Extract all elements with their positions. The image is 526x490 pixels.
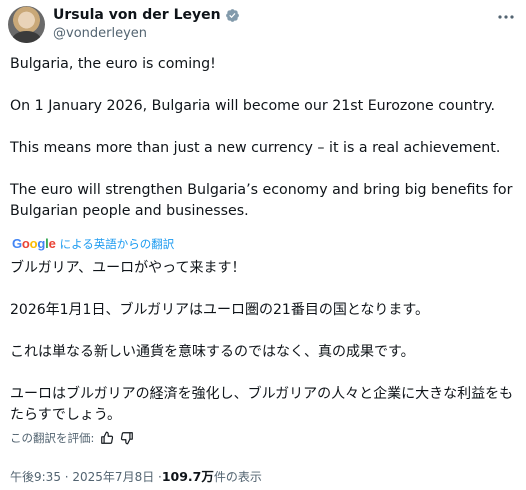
- more-options-button[interactable]: [496, 8, 516, 26]
- translated-text: ブルガリア、ユーロがやって来ます！ 2026年1月1日、ブルガリアはユーロ圏の2…: [10, 258, 516, 426]
- translated-line: 2026年1月1日、ブルガリアはユーロ圏の21番目の国となります。: [10, 302, 430, 318]
- author-handle[interactable]: @vonderleyen: [53, 26, 147, 41]
- tweet-line: On 1 January 2026, Bulgaria will become …: [10, 98, 495, 114]
- rate-translation: この翻訳を評価:: [10, 430, 134, 446]
- google-logo: Google: [12, 236, 56, 251]
- rate-translation-label: この翻訳を評価:: [10, 431, 95, 445]
- tweet-timestamp[interactable]: 午後9:35 · 2025年7月8日 ·: [10, 468, 162, 485]
- verified-badge-icon: [225, 8, 239, 22]
- tweet-text: Bulgaria, the euro is coming! On 1 Janua…: [10, 54, 516, 222]
- view-count: 109.7万: [161, 469, 214, 484]
- translated-line: ブルガリア、ユーロがやって来ます！: [10, 260, 246, 276]
- author-name[interactable]: Ursula von der Leyen: [53, 7, 221, 23]
- avatar[interactable]: [8, 6, 45, 43]
- thumbs-up-icon[interactable]: [100, 431, 114, 445]
- tweet-line: Bulgaria, the euro is coming!: [10, 56, 216, 72]
- tweet-line: The euro will strengthen Bulgaria’s econ…: [10, 182, 513, 219]
- translation-attribution: Google による英語からの翻訳: [12, 236, 174, 252]
- tweet-meta: 午後9:35 · 2025年7月8日 · 109.7万 件の表示: [10, 466, 262, 485]
- view-count-label: 件の表示: [213, 470, 262, 484]
- thumbs-down-icon[interactable]: [120, 431, 134, 445]
- more-icon: [498, 15, 514, 19]
- translated-line: ユーロはブルガリアの経済を強化し、ブルガリアの人々と企業に大きな利益をもたらすで…: [10, 386, 514, 423]
- tweet-line: This means more than just a new currency…: [10, 140, 501, 156]
- tweet-header: Ursula von der Leyen @vonderleyen: [8, 6, 518, 46]
- author-name-row: Ursula von der Leyen: [53, 7, 240, 23]
- translation-source-link[interactable]: による英語からの翻訳: [60, 236, 175, 252]
- translated-line: これは単なる新しい通貨を意味するのではなく、真の成果です。: [10, 344, 415, 360]
